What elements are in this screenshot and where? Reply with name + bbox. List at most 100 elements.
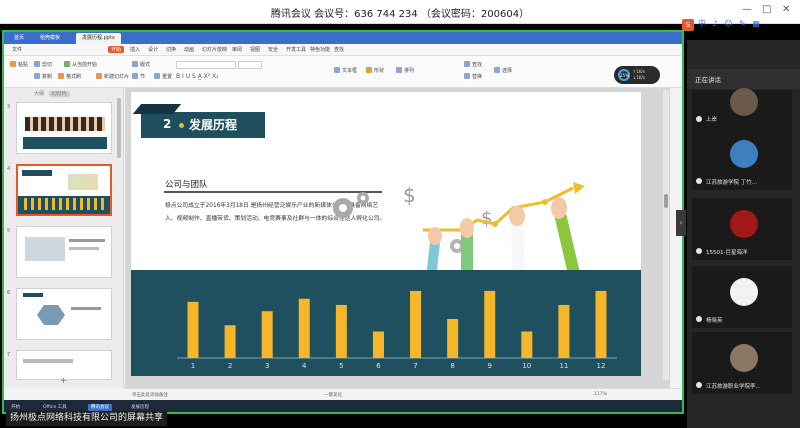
select-button[interactable]: 选择 xyxy=(494,66,512,74)
slide: 2 发展历程 公司与团队 极点公司成立于2016年3月18日 是扬州经营泛娱乐产… xyxy=(131,92,641,376)
avatar xyxy=(730,210,758,238)
font-size-select[interactable] xyxy=(238,61,262,69)
trend-arrow xyxy=(423,186,574,232)
reset-button[interactable]: 重置 xyxy=(154,72,172,80)
tab-docer[interactable]: 稻壳模板 xyxy=(34,33,66,44)
speaking-header: 正在讲话 xyxy=(687,69,800,89)
participant-tile[interactable]: 15501-巨星海洋 xyxy=(692,198,792,260)
arrange-icon xyxy=(396,67,402,73)
notes-placeholder[interactable]: 单击此处添加备注 xyxy=(132,392,168,398)
participant-tile[interactable]: 江苏旅游职业学院李... xyxy=(692,332,792,394)
tab-document[interactable]: 发展历程.pptx xyxy=(76,33,121,44)
speed-readout: ↑1K/s ↓1K/s xyxy=(633,69,645,80)
section-button[interactable]: 节 xyxy=(132,72,145,80)
find-button[interactable]: 查找 xyxy=(464,60,482,68)
chart-bar-2 xyxy=(224,325,236,358)
meeting-title-bar: 腾讯会议 会议号：636 744 234 （会议密码：200604） — □ ✕ xyxy=(0,0,800,24)
chart-bar-3 xyxy=(261,311,273,358)
zoom-level[interactable]: 117% xyxy=(594,392,607,397)
text-box-icon xyxy=(334,67,340,73)
tab-slides[interactable]: 幻灯片 xyxy=(48,91,70,97)
meeting-title: 腾讯会议 会议号：636 744 234 （会议密码：200604） xyxy=(270,9,530,20)
tab-home[interactable]: 首页 xyxy=(8,33,30,44)
play-from-current-button[interactable]: 从当前开始 xyxy=(64,60,97,68)
slide-thumbnail[interactable] xyxy=(16,288,112,340)
slide-thumbnail-panel: 大纲 幻灯片 3 4 5 6 7 + xyxy=(4,88,124,388)
reset-icon xyxy=(154,73,160,79)
thumb-number: 5 xyxy=(7,228,11,234)
chart-bar-8 xyxy=(447,319,459,358)
scroll-thumb[interactable] xyxy=(664,194,668,208)
status-bar: 单击此处添加备注 一键美化 117% xyxy=(124,388,682,400)
subtitle: 公司与团队 xyxy=(165,180,208,190)
cut-button[interactable]: 剪切 xyxy=(34,60,52,68)
section-header: 2 发展历程 xyxy=(141,112,265,138)
menu-find[interactable]: 查找 xyxy=(334,46,344,53)
x-tick-label: 9 xyxy=(487,362,491,370)
menu-design[interactable]: 设计 xyxy=(148,46,158,53)
copy-button[interactable]: 复制 xyxy=(34,72,52,80)
participant-tile[interactable]: 杨晓英 xyxy=(692,266,792,328)
menu-insert[interactable]: 插入 xyxy=(130,46,140,53)
font-family-select[interactable] xyxy=(176,61,236,69)
slide-thumbnail[interactable] xyxy=(16,226,112,278)
menu-slideshow[interactable]: 幻灯片放映 xyxy=(202,46,227,53)
vertical-scrollbar[interactable] xyxy=(663,90,669,380)
menu-security[interactable]: 安全 xyxy=(268,46,278,53)
add-slide-button[interactable]: + xyxy=(60,376,67,385)
chart-bar-11 xyxy=(558,304,570,358)
menu-file[interactable]: 文件 xyxy=(12,46,22,53)
replace-button[interactable]: 替换 xyxy=(464,72,482,80)
format-painter-button[interactable]: 格式刷 xyxy=(58,72,81,80)
avatar xyxy=(730,278,758,306)
beautify-button[interactable]: 一键美化 xyxy=(324,392,342,398)
menu-start[interactable]: 开始 xyxy=(108,46,125,53)
shared-wps-window: 首页 稻壳模板 发展历程.pptx 文件 开始 插入 设计 切换 动画 幻灯片放… xyxy=(2,30,684,414)
slide-thumbnail[interactable] xyxy=(16,102,112,154)
paste-button[interactable]: 粘贴 xyxy=(10,60,28,68)
slide-thumbnail-active[interactable] xyxy=(16,164,112,216)
cpu-percent: 25% xyxy=(618,69,630,81)
new-slide-icon xyxy=(96,73,102,79)
layout-icon xyxy=(132,61,138,67)
new-slide-button[interactable]: 新建幻灯片 xyxy=(96,72,129,80)
menu-features[interactable]: 特色功能 xyxy=(310,46,330,53)
menu-view[interactable]: 视图 xyxy=(250,46,260,53)
ribbon-menu: 文件 开始 插入 设计 切换 动画 幻灯片放映 审阅 视图 安全 开发工具 特色… xyxy=(4,44,682,56)
ribbon-toolbar: 粘贴 剪切 复制 格式刷 从当前开始 新建幻灯片 版式 节 重置 B I U S… xyxy=(4,56,682,88)
menu-animation[interactable]: 动画 xyxy=(184,46,194,53)
x-tick-label: 11 xyxy=(559,362,568,370)
ime-toolbar-icons[interactable]: 中 ♪ ☺ ✎ ▦ xyxy=(698,18,762,29)
arrange-button[interactable]: 排列 xyxy=(396,66,414,74)
thumb-number: 3 xyxy=(7,104,11,110)
thumbnail-scrollbar[interactable] xyxy=(117,98,121,158)
close-button[interactable]: ✕ xyxy=(782,4,790,15)
menu-developer[interactable]: 开发工具 xyxy=(286,46,306,53)
text-box-button[interactable]: 文本框 xyxy=(334,66,357,74)
x-tick-label: 5 xyxy=(339,362,343,370)
shapes-button[interactable]: 形状 xyxy=(366,66,384,74)
participant-name: 江苏旅游学院 丁竹... xyxy=(706,180,757,186)
layout-button[interactable]: 版式 xyxy=(132,60,150,68)
chart-bar-12 xyxy=(595,290,607,358)
menu-review[interactable]: 审阅 xyxy=(232,46,242,53)
thumb-number: 6 xyxy=(7,290,11,296)
minimize-button[interactable]: — xyxy=(742,4,752,15)
tab-outline[interactable]: 大纲 xyxy=(34,91,44,97)
play-icon xyxy=(64,61,70,67)
panel-toggle-button[interactable]: › xyxy=(676,210,686,236)
dollar-icon: $ xyxy=(481,208,492,229)
font-style-buttons[interactable]: B I U S A̲ X² X₂ xyxy=(176,73,262,81)
x-tick-label: 3 xyxy=(265,362,269,370)
x-tick-label: 2 xyxy=(228,362,232,370)
avatar xyxy=(730,88,758,116)
maximize-button[interactable]: □ xyxy=(762,4,771,15)
wps-tab-bar: 首页 稻壳模板 发展历程.pptx xyxy=(4,32,682,44)
participant-tile[interactable]: 江苏旅游学院 丁竹... xyxy=(692,128,792,190)
gear-icon xyxy=(333,192,369,218)
brush-icon xyxy=(58,73,64,79)
menu-transition[interactable]: 切换 xyxy=(166,46,176,53)
speaking-label: 正在讲话 xyxy=(695,76,721,84)
screen-share-banner: 扬州极点网络科技有限公司的屏幕共享 xyxy=(6,411,168,426)
raised-hands xyxy=(426,197,581,278)
